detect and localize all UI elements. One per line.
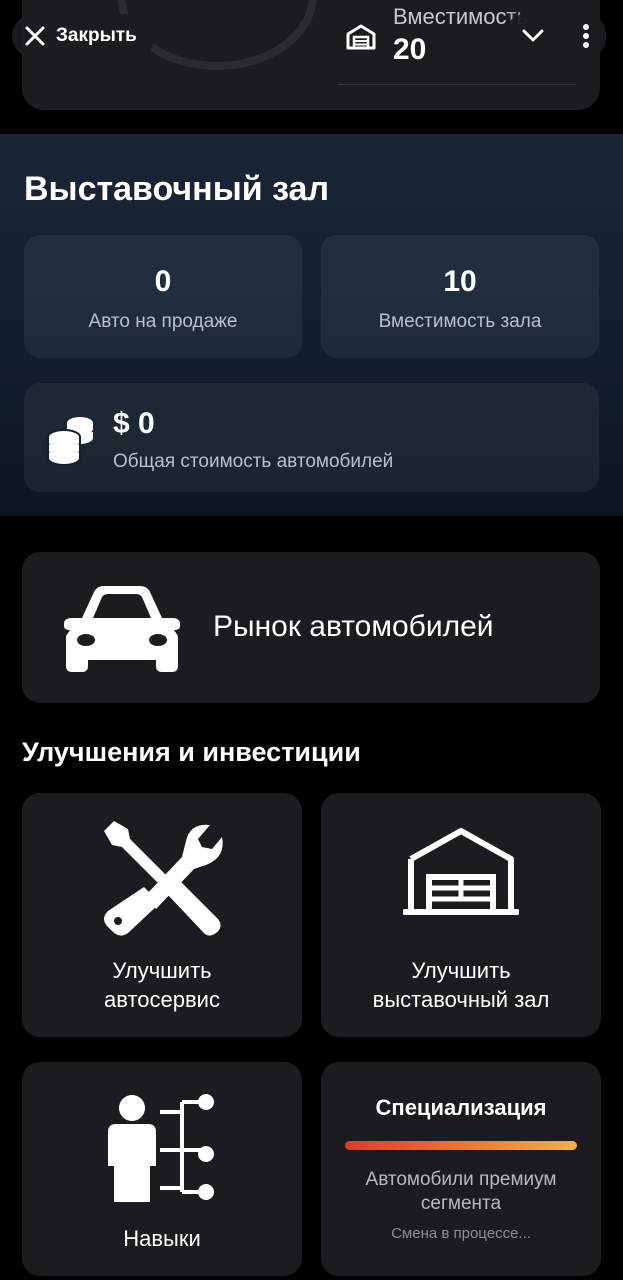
- cars-on-sale-label: Авто на продаже: [88, 311, 238, 332]
- skills-label: Навыки: [123, 1226, 201, 1251]
- specialization-status: Смена в процессе...: [391, 1225, 531, 1242]
- tools-icon: [104, 821, 223, 936]
- upgrade-showroom-button[interactable]: Улучшить выставочный зал: [321, 793, 601, 1037]
- capacity-value: 20: [393, 33, 427, 66]
- specialization-desc-line1: Автомобили премиум: [365, 1169, 557, 1190]
- cars-on-sale-stat: 0 Авто на продаже: [24, 235, 302, 358]
- specialization-description: Автомобили премиум сегмента: [331, 1168, 591, 1216]
- total-value-stat: $ 0 Общая стоимость автомобилей: [24, 383, 599, 492]
- upgrade-service-line1: Улучшить: [112, 958, 212, 983]
- coins-icon: [47, 417, 93, 465]
- expand-button[interactable]: [504, 14, 562, 58]
- total-value-amount: $ 0: [113, 407, 155, 440]
- upgrade-showroom-line1: Улучшить: [411, 958, 511, 983]
- specialization-card[interactable]: Специализация Автомобили премиум сегмент…: [321, 1062, 601, 1276]
- showroom-title: Выставочный зал: [24, 170, 330, 208]
- hall-capacity-value: 10: [443, 265, 477, 298]
- more-vertical-icon: [583, 24, 589, 48]
- garage-icon: [403, 828, 519, 915]
- hall-capacity-label: Вместимость зала: [378, 311, 542, 332]
- cars-on-sale-value: 0: [154, 265, 172, 298]
- upgrade-service-line2: автосервис: [104, 987, 220, 1012]
- skills-button[interactable]: Навыки: [22, 1062, 302, 1276]
- total-value-label: Общая стоимость автомобилей: [113, 451, 394, 472]
- showroom-section: Выставочный зал 0 Авто на продаже 10 Вме…: [0, 134, 623, 516]
- garage-icon: [346, 24, 376, 50]
- chevron-down-icon: [522, 29, 544, 42]
- close-icon: [25, 26, 45, 46]
- close-button[interactable]: Закрыть: [12, 14, 155, 58]
- upgrades-title: Улучшения и инвестиции: [22, 737, 361, 767]
- specialization-title: Специализация: [375, 1095, 547, 1120]
- upgrade-service-button[interactable]: Улучшить автосервис: [22, 793, 302, 1037]
- specialization-progress-bar: [345, 1141, 577, 1150]
- hall-capacity-stat: 10 Вместимость зала: [321, 235, 599, 358]
- skills-tree-icon: [108, 1094, 214, 1202]
- car-market-button[interactable]: Рынок автомобилей: [22, 552, 600, 703]
- more-menu-button[interactable]: [566, 14, 606, 58]
- divider: [338, 84, 576, 85]
- car-icon: [64, 586, 180, 672]
- upgrade-showroom-line2: выставочный зал: [372, 987, 550, 1012]
- car-market-label: Рынок автомобилей: [213, 610, 494, 643]
- specialization-desc-line2: сегмента: [420, 1193, 502, 1214]
- close-label: Закрыть: [56, 25, 137, 46]
